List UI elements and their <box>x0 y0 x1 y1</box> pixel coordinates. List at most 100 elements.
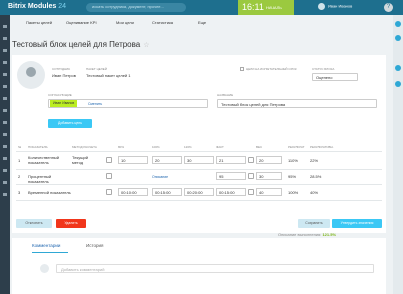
description-link[interactable]: Описание <box>152 175 168 179</box>
nav-item-my-goals[interactable]: Мои цели <box>116 20 134 25</box>
sidebar-icon[interactable] <box>3 109 7 112</box>
edit-icon[interactable] <box>106 173 112 179</box>
value-100[interactable]: 00:15:00 <box>152 188 182 196</box>
approve-button[interactable]: Утвердить значения <box>332 219 382 228</box>
indicator-name: Процентный показатель <box>28 174 52 184</box>
sidebar-icon[interactable] <box>3 61 7 64</box>
cancel-button[interactable]: Отклонить <box>16 219 52 228</box>
sidebar-icon[interactable] <box>3 97 7 100</box>
edit-icon[interactable] <box>106 189 112 195</box>
user-icon[interactable] <box>395 65 401 71</box>
value-80[interactable]: 00:10:00 <box>118 188 148 196</box>
employee-label: Сотрудник <box>52 67 71 71</box>
notification-icon[interactable] <box>395 21 401 27</box>
package-label: Пакет целей <box>86 67 107 71</box>
user-icon[interactable] <box>395 81 401 87</box>
value-100[interactable]: 20 <box>152 156 182 164</box>
fact-input[interactable]: 21 <box>216 156 246 164</box>
sidebar-icon[interactable] <box>3 37 7 40</box>
status-select[interactable]: Оценено <box>312 73 358 81</box>
total-label: Описание выполнения: <box>278 232 322 237</box>
row-number: 1 <box>18 158 21 163</box>
weight-input[interactable]: 20 <box>256 156 282 164</box>
goal-card: Сотрудник Иван Петров Пакет целей Тестов… <box>12 55 386 237</box>
approvers-label: Согласующие <box>48 93 72 97</box>
comment-placeholder: Добавить комментарий <box>61 267 105 272</box>
tab-comments[interactable]: Комментарии <box>32 243 60 248</box>
edit-icon[interactable] <box>248 173 254 179</box>
fact-input[interactable]: 95 <box>216 172 246 180</box>
sidebar-icon[interactable] <box>3 85 7 88</box>
weight-input[interactable]: 40 <box>256 188 282 196</box>
clock-state: НАЧАЛЬ <box>266 5 282 10</box>
star-icon[interactable]: ☆ <box>143 42 149 49</box>
change-link[interactable]: Сменить <box>88 102 102 106</box>
col-header: Результат <box>288 145 305 149</box>
package-value: Тестовый пакет целей 1 <box>86 73 131 78</box>
sidebar-icon[interactable] <box>3 193 7 196</box>
search-input[interactable]: искать сотрудника, документ, прочее... <box>86 3 186 12</box>
avatar <box>40 264 49 273</box>
probation-label: Цели на испытательный срок <box>246 67 297 71</box>
probation-checkbox[interactable] <box>240 67 244 71</box>
chat-icon[interactable] <box>395 35 401 41</box>
col-header: Факт <box>216 145 224 149</box>
sidebar-icon[interactable] <box>3 145 7 148</box>
save-button[interactable]: Сохранить <box>298 219 330 228</box>
tab-history[interactable]: История <box>86 243 103 248</box>
value-80[interactable]: 10 <box>118 156 148 164</box>
employee-name[interactable]: Иван Петров <box>52 73 76 78</box>
sidebar-icon[interactable] <box>3 181 7 184</box>
name-label: Название <box>217 93 234 97</box>
divider <box>16 169 382 170</box>
col-header: Вес <box>256 145 263 149</box>
value-120[interactable]: 30 <box>184 156 214 164</box>
nav-item-kpi[interactable]: Оценивание KPI <box>66 20 97 25</box>
top-header: Bitrix Modules 24 искать сотрудника, док… <box>0 0 403 15</box>
nav-item-packages[interactable]: Пакеты целей <box>26 20 52 25</box>
edit-icon[interactable] <box>248 189 254 195</box>
brand-logo[interactable]: Bitrix Modules 24 <box>8 3 66 10</box>
indicator-name: Количественный показатель <box>28 155 60 165</box>
effect-value: 40% <box>310 190 319 195</box>
brand-number: 24 <box>58 3 66 10</box>
nav-item-more[interactable]: Еще <box>198 20 206 25</box>
effect-value: 22% <box>310 158 319 163</box>
weight-input[interactable]: 30 <box>256 172 282 180</box>
status-value: Оценено <box>316 75 333 80</box>
add-goal-button[interactable]: Добавить цель <box>48 119 92 128</box>
page-title-text: Тестовый блок целей для Петрова <box>12 40 141 49</box>
row-number: 2 <box>18 174 21 179</box>
comment-input[interactable]: Добавить комментарий <box>56 264 374 273</box>
value-120[interactable]: 00:20:00 <box>184 188 214 196</box>
page-title: Тестовый блок целей для Петрова ☆ <box>12 40 150 49</box>
help-icon[interactable]: ? <box>384 3 393 12</box>
col-header: Результативн. <box>310 145 334 149</box>
edit-icon[interactable] <box>248 157 254 163</box>
top-nav: Пакеты целей Оценивание KPI Мои цели Ста… <box>18 15 388 29</box>
edit-icon[interactable] <box>106 157 112 163</box>
clock-widget[interactable]: 16:11 НАЧАЛЬ <box>238 0 294 15</box>
col-header: 80% <box>118 145 125 149</box>
name-value: Тестовый блок целей для Петрова <box>221 102 286 107</box>
approver-tag[interactable]: Иван Иванов <box>50 100 78 107</box>
sidebar-icon[interactable] <box>3 157 7 160</box>
menu-icon[interactable] <box>3 25 7 28</box>
result-value: 110% <box>288 158 298 163</box>
fact-input[interactable]: 00:15:00 <box>216 188 246 196</box>
nav-item-stats[interactable]: Статистика <box>152 20 173 25</box>
sidebar-icon[interactable] <box>3 73 7 76</box>
col-header: Метод расчета <box>72 145 97 149</box>
user-menu[interactable]: Иван Иванов <box>318 3 352 10</box>
divider <box>16 184 382 185</box>
name-input[interactable]: Тестовый блок целей для Петрова <box>217 99 377 108</box>
delete-button[interactable]: Удалить <box>56 219 86 228</box>
clock-time: 16:11 <box>242 2 264 12</box>
active-tab-indicator <box>32 252 68 253</box>
sidebar-icon[interactable] <box>3 49 7 52</box>
sidebar-icon[interactable] <box>3 121 7 124</box>
sidebar-icon[interactable] <box>3 133 7 136</box>
sidebar-icon[interactable] <box>3 169 7 172</box>
col-header: Показатель <box>28 145 48 149</box>
avatar <box>318 3 325 10</box>
